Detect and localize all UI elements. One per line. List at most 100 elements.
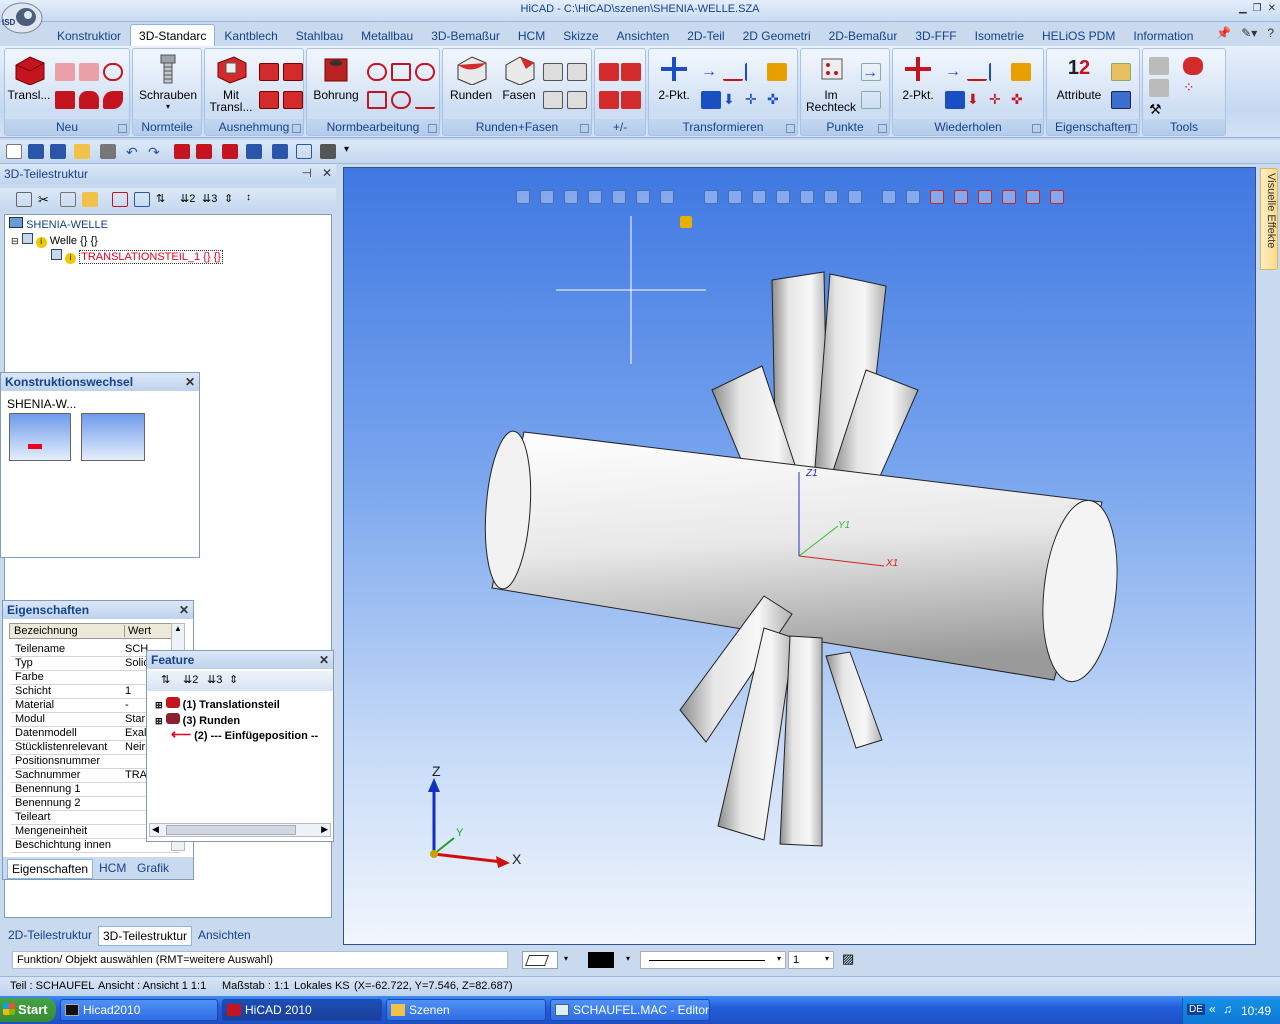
feature-hscrollbar[interactable]: ◀ ▶ [149,823,331,837]
level3-icon[interactable]: ⇊3 [202,192,218,207]
minimize-button[interactable]: ▁ [1239,3,1247,14]
scroll-right-icon[interactable]: ▶ [321,824,328,835]
tree-item-welle[interactable]: ⊟ i Welle {} {} [11,233,98,248]
command-prompt[interactable]: Funktion/ Objekt auswählen (RMT=weitere … [12,951,508,969]
tab-2d-teilestruktur[interactable]: 2D-Teilestruktur [4,926,96,944]
task-szenen[interactable]: Szenen [386,999,546,1021]
edge-small-icon[interactable] [543,63,563,81]
arrow-down-icon[interactable]: ⬇ [967,91,987,109]
task-hicad2010-console[interactable]: Hicad2010 [60,999,218,1021]
start-button[interactable]: Start [0,998,56,1022]
part-move-icon[interactable] [134,192,150,207]
collapse-icon[interactable]: ⊟ [11,236,19,246]
expand-all-icon[interactable]: ⇅ [156,192,172,207]
arrow-right-icon[interactable]: → [861,63,881,81]
tab-3d-fff[interactable]: 3D-FFF [906,24,965,46]
hatch-icon[interactable]: ▨ [842,951,858,969]
rotate-free-small-icon[interactable] [745,63,765,81]
bohrung-button[interactable]: Bohrung [309,53,363,101]
sort-icon[interactable]: ↕ [246,192,262,207]
point-small-icon[interactable] [861,91,881,109]
box-small-icon[interactable] [55,91,75,109]
line-width-select[interactable]: 1 ▾ [788,951,834,969]
chevron-down-icon[interactable]: ▾ [564,954,568,963]
transl-button[interactable]: Transl... [7,53,51,101]
groove-small-icon[interactable] [283,91,303,109]
tab-3d-teilestruktur[interactable]: 3D-Teilestruktur [98,926,193,946]
scene-thumbnail-1[interactable] [9,413,71,461]
dialog-launcher-icon[interactable] [1128,124,1137,133]
tool-points-icon[interactable]: ⁘ [1183,79,1203,97]
app-logo-button[interactable]: ISD [0,0,48,34]
lock-icon[interactable] [1111,63,1131,81]
arrow-down-icon[interactable]: ⬇ [723,91,743,109]
tab-ansichten[interactable]: Ansichten [194,926,255,944]
copy-icon[interactable] [60,192,76,207]
task-editor[interactable]: SCHAUFEL.MAC - Editor [550,999,710,1021]
tab-ansichten[interactable]: Ansichten [608,24,679,46]
customize-icon[interactable]: ✎▾ [1241,26,1257,40]
help-icon[interactable]: ? [1267,26,1274,40]
tab-3d-standarc[interactable]: 3D-Standarc [130,24,216,46]
attribute-button[interactable]: 12 Attribute [1049,53,1109,101]
runden-button[interactable]: Runden [447,53,495,101]
tab-konstruktior[interactable]: Konstruktior [48,24,130,46]
repeat-mirror-small-icon[interactable] [1011,63,1031,81]
tab-metallbau[interactable]: Metallbau [352,24,422,46]
round-hole-small-icon[interactable] [391,91,411,109]
toolbox-icon[interactable] [320,144,336,159]
arrows-out-icon[interactable]: ✜ [1011,91,1031,109]
tool-wrench-icon[interactable]: ⚒ [1149,101,1169,119]
dialog-launcher-icon[interactable] [292,124,301,133]
fasen-button[interactable]: Fasen [495,53,543,101]
tree-item-translationsteil[interactable]: i TRANSLATIONSTEIL_1 {} {} [51,249,223,264]
level2-icon[interactable]: ⇊2 [183,673,199,688]
print-icon[interactable] [100,144,116,159]
thread-small-icon[interactable] [391,63,411,81]
rotate-small-icon[interactable] [103,63,123,81]
mirror-small-icon[interactable] [767,63,787,81]
pin-icon[interactable]: ⊣ [302,166,312,180]
schrauben-button[interactable]: Schrauben ▾ [137,53,199,113]
arrows-in-icon[interactable]: ✛ [745,91,765,109]
split-small-icon[interactable] [621,91,641,109]
line-style-select[interactable]: ▾ [640,951,786,969]
tab-hcm[interactable]: HCM [509,24,554,46]
pocket-small-icon[interactable] [259,63,279,81]
scene-thumbnail-2[interactable] [81,413,145,461]
3d-viewport[interactable]: Z1 Y1 X1 Z Y X [343,167,1256,945]
close-icon[interactable]: ✕ [319,653,329,667]
scroll-left-icon[interactable]: ◀ [152,824,159,835]
move-small-icon[interactable] [723,63,743,81]
expand-icon[interactable]: ⊞ [155,700,163,710]
undo-icon[interactable]: ↶ [126,144,142,160]
dialog-launcher-icon[interactable] [878,124,887,133]
scroll-thumb[interactable] [166,825,296,835]
mit-transl-button[interactable]: Mit Transl... [207,53,255,113]
corner-small-icon[interactable] [543,91,563,109]
repeat-rotate-small-icon[interactable] [989,63,1009,81]
level2-icon[interactable]: ⇊2 [180,192,196,207]
pin-icon[interactable]: 📌 [1216,26,1231,40]
tab-2d-teil[interactable]: 2D-Teil [678,24,733,46]
dialog-launcher-icon[interactable] [580,124,589,133]
rect-hole-small-icon[interactable] [367,91,387,109]
paste-icon[interactable] [82,192,98,207]
dialog-launcher-icon[interactable] [1032,124,1041,133]
chevron-down-icon[interactable]: ▾ [626,954,630,963]
scale-small-icon[interactable] [701,91,721,109]
face-small-icon[interactable] [567,63,587,81]
sweep-small-icon[interactable] [79,63,99,81]
im-rechteck-button[interactable]: Im Rechteck [803,53,859,113]
expand-all-icon[interactable]: ⇅ [161,673,177,688]
color-swatch[interactable] [588,952,614,968]
close-button[interactable]: ✕ [1268,3,1276,14]
expand-icon[interactable]: ⊞ [155,716,163,726]
arrow-right-icon[interactable]: → [945,63,965,81]
tab-2d-bema-ur[interactable]: 2D-Bemaßur [820,24,907,46]
chamfer-small-icon[interactable] [567,91,587,109]
level-all-icon[interactable]: ⇕ [229,673,245,688]
language-indicator[interactable]: DE [1187,1004,1205,1015]
tool-render-icon[interactable] [1183,57,1203,75]
cut-small-icon[interactable] [283,63,303,81]
